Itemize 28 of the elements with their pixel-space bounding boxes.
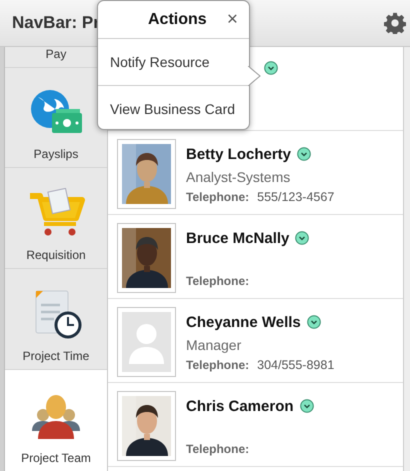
sidebar-item[interactable]: Project Time [5, 269, 107, 370]
person-name: Chris Cameron [186, 398, 294, 414]
chevron-icon[interactable] [306, 315, 321, 329]
sidebar-item[interactable]: Project Team [5, 370, 107, 471]
person-name: Bruce McNally [186, 230, 290, 246]
job-title: Analyst-Systems [186, 168, 292, 187]
close-button[interactable]: × [226, 8, 238, 30]
chevron-icon[interactable] [295, 231, 310, 245]
person-name: Cheyanne Wells [186, 314, 301, 330]
item-label: Project Time [22, 349, 90, 364]
phone-number: 555/123-4567 [257, 190, 334, 204]
settings-icon[interactable] [384, 12, 406, 34]
item-label: Requisition [26, 248, 86, 262]
person-name: Betty Locherty [186, 146, 292, 162]
phone-label: Telephone: [186, 190, 250, 204]
chevron-icon[interactable] [297, 147, 312, 161]
phone-label: Telephone: [186, 358, 250, 372]
item-label: Project Team [21, 450, 91, 465]
popup-title: Actions [148, 10, 208, 28]
phone-number: 304/555-8981 [257, 358, 334, 372]
chevron-icon[interactable] [264, 61, 278, 75]
item-label: Pay [46, 47, 66, 61]
job-title: Manager [186, 336, 242, 355]
phone-label: Telephone: [186, 274, 250, 288]
chevron-icon[interactable] [300, 399, 314, 413]
item-label: Payslips [34, 147, 78, 162]
sidebar-item[interactable]: Requisition [5, 168, 107, 270]
phone-label: Telephone: [186, 442, 250, 456]
